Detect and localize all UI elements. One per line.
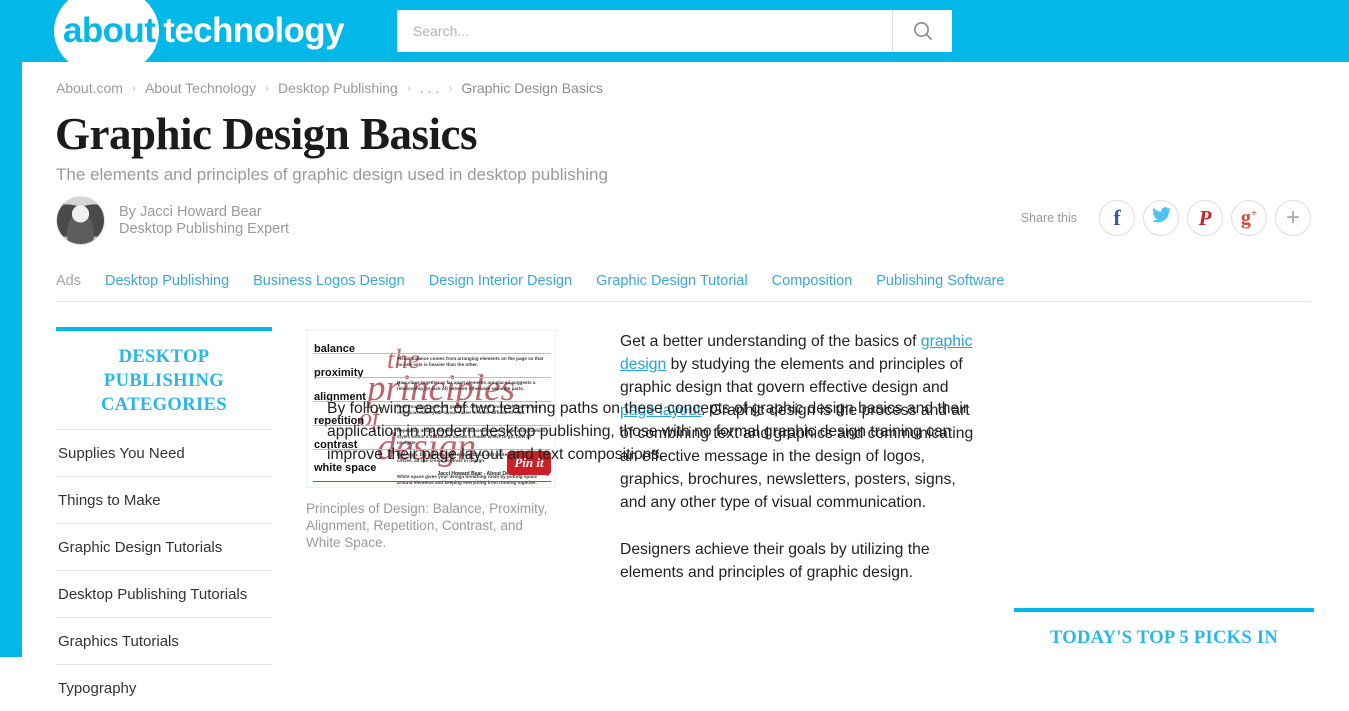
ads-row: Ads Desktop Publishing Business Logos De…: [56, 260, 1311, 302]
page-body: About.com › About Technology › Desktop P…: [22, 62, 1349, 697]
ad-link-business-logos-design[interactable]: Business Logos Design: [253, 273, 405, 289]
page-subtitle: The elements and principles of graphic d…: [56, 165, 608, 184]
author-block: By Jacci Howard Bear Desktop Publishing …: [56, 196, 289, 245]
principle-rule: [313, 377, 551, 378]
principle-desc-proximity: How close together or far apart elements…: [397, 380, 536, 391]
ads-label: Ads: [56, 272, 81, 289]
ad-link-publishing-software[interactable]: Publishing Software: [876, 273, 1004, 289]
plus-icon: +: [1285, 204, 1300, 231]
google-plus-icon: g+: [1240, 206, 1258, 229]
share-label: Share this: [1020, 211, 1077, 225]
sidebar-item-supplies-you-need[interactable]: Supplies You Need: [56, 429, 272, 476]
ad-link-composition[interactable]: Composition: [772, 273, 853, 289]
principle-rule: [313, 353, 551, 354]
sidebar-categories: DESKTOP PUBLISHING CATEGORIES Supplies Y…: [56, 327, 272, 711]
share-googleplus-button[interactable]: g+: [1231, 200, 1267, 236]
breadcrumb: About.com › About Technology › Desktop P…: [56, 80, 603, 96]
sidebar-item-desktop-publishing-tutorials[interactable]: Desktop Publishing Tutorials: [56, 570, 272, 617]
ad-link-design-interior-design[interactable]: Design Interior Design: [429, 273, 572, 289]
chevron-right-icon: ›: [131, 81, 136, 95]
left-cyan-rail: [0, 62, 22, 657]
article-paragraph-2: Designers achieve their goals by utilizi…: [620, 541, 930, 581]
search-box[interactable]: [397, 10, 952, 52]
chevron-right-icon: ›: [265, 81, 269, 95]
share-pinterest-button[interactable]: P: [1187, 200, 1223, 236]
sidebar-item-things-to-make[interactable]: Things to Make: [56, 476, 272, 523]
paragraph-1-part-2: by studying the elements and principles …: [620, 356, 963, 396]
sidebar-item-typography[interactable]: Typography: [56, 664, 272, 711]
ad-link-graphic-design-tutorial[interactable]: Graphic Design Tutorial: [596, 273, 748, 289]
chevron-right-icon: ›: [448, 81, 453, 95]
breadcrumb-item-2[interactable]: Desktop Publishing: [278, 80, 398, 96]
breadcrumb-item-0[interactable]: About.com: [56, 80, 123, 96]
author-text: By Jacci Howard Bear Desktop Publishing …: [119, 204, 289, 238]
principle-desc-balance: Visual balance comes from arranging elem…: [397, 356, 544, 367]
site-header: about technology: [0, 0, 1349, 76]
avatar: [56, 196, 105, 245]
breadcrumb-item-current: Graphic Design Basics: [461, 80, 603, 96]
breadcrumb-item-1[interactable]: About Technology: [145, 80, 256, 96]
share-facebook-button[interactable]: f: [1099, 200, 1135, 236]
share-twitter-button[interactable]: [1143, 200, 1179, 236]
facebook-icon: f: [1113, 205, 1121, 230]
search-button[interactable]: [892, 10, 952, 52]
share-bar: Share this f P g+ +: [1021, 200, 1311, 236]
author-role: Desktop Publishing Expert: [119, 220, 290, 237]
pinterest-icon: P: [1198, 205, 1212, 230]
figure-caption: Principles of Design: Balance, Proximity…: [306, 501, 548, 550]
page-title: Graphic Design Basics: [55, 109, 478, 159]
sidebar-item-graphic-design-tutorials[interactable]: Graphic Design Tutorials: [56, 523, 272, 570]
sidebar-title: DESKTOP PUBLISHING CATEGORIES: [101, 347, 227, 415]
share-more-button[interactable]: +: [1275, 200, 1311, 236]
picks-title: TODAY'S TOP 5 PICKS IN: [1050, 628, 1278, 648]
breadcrumb-item-ellipsis[interactable]: . . .: [420, 80, 439, 96]
twitter-icon: [1151, 207, 1171, 229]
search-input[interactable]: [397, 10, 892, 52]
paragraph-1-part-1: Get a better understanding of the basics…: [620, 333, 921, 350]
figure-baseline-rule: [313, 481, 551, 482]
author-name: By Jacci Howard Bear: [119, 203, 262, 220]
article-paragraph-3: By following each of two learning paths …: [327, 400, 968, 463]
ad-link-desktop-publishing[interactable]: Desktop Publishing: [105, 273, 229, 289]
picks-accent-bar: [1014, 608, 1314, 612]
chevron-right-icon: ›: [406, 81, 411, 95]
search-icon: [912, 20, 934, 42]
